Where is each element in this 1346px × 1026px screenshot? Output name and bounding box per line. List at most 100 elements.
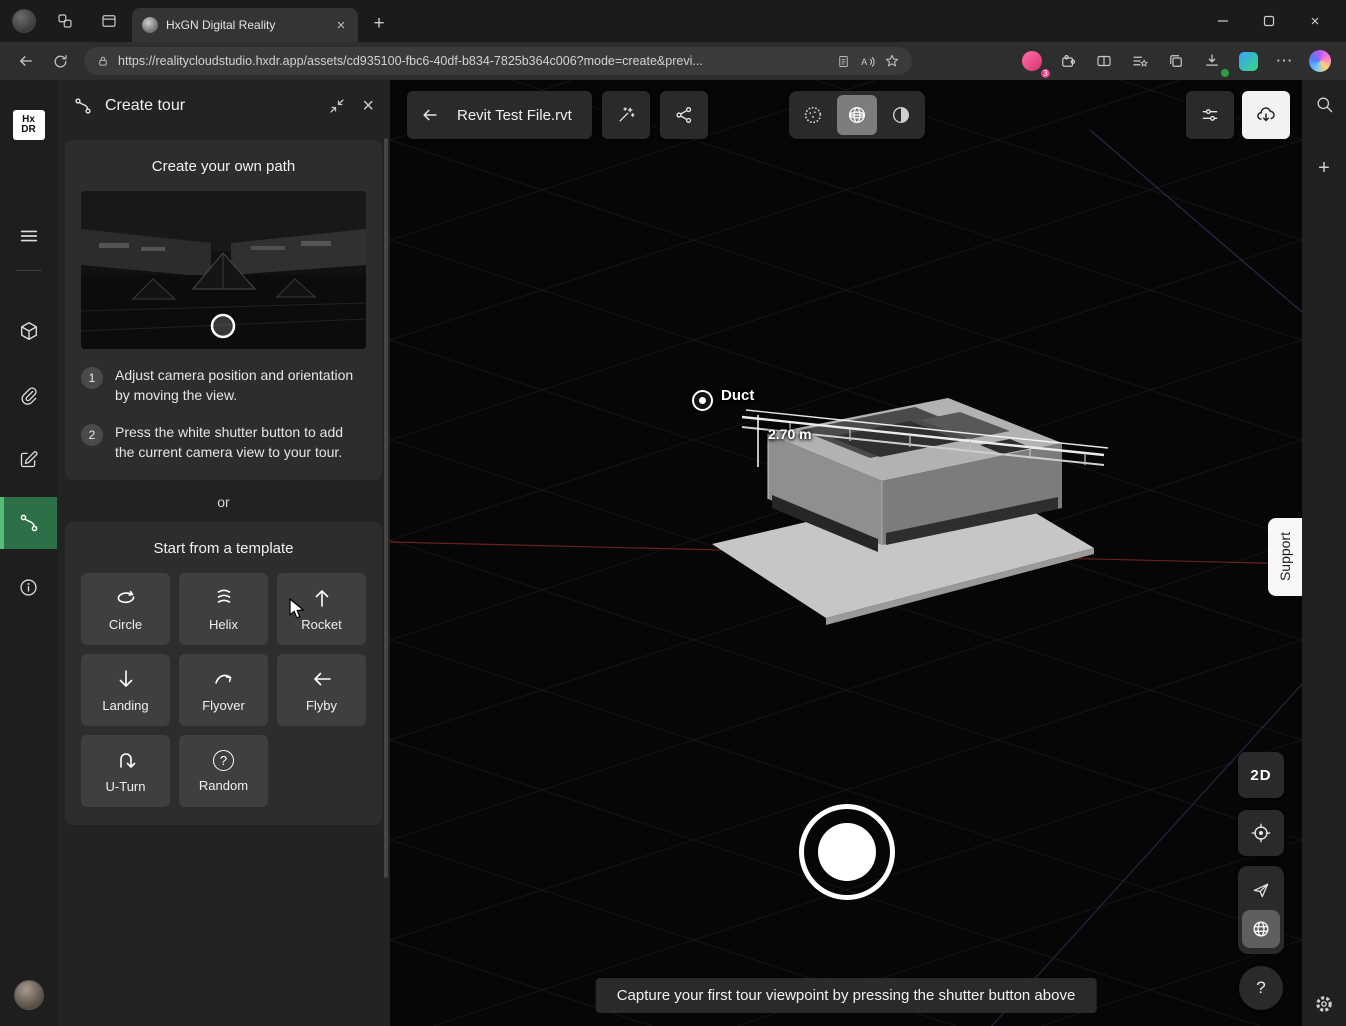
address-bar: https://realitycloudstudio.hxdr.app/asse… xyxy=(0,42,1346,80)
collapse-icon[interactable] xyxy=(328,97,346,115)
sidebar-item-tours[interactable] xyxy=(0,497,57,549)
magic-wand-button[interactable] xyxy=(602,91,650,139)
template-rocket-button[interactable]: Rocket xyxy=(277,573,366,645)
file-title: Revit Test File.rvt xyxy=(453,107,592,124)
fly-navigation-button[interactable] xyxy=(1240,870,1282,910)
helix-icon xyxy=(212,586,236,610)
close-panel-icon[interactable]: × xyxy=(362,96,374,116)
browser-profile-avatar[interactable] xyxy=(12,9,36,33)
locate-button[interactable] xyxy=(1238,810,1284,856)
arrow-up-icon xyxy=(310,586,334,610)
paperclip-icon xyxy=(18,385,39,406)
browser-essentials-icon[interactable]: 3 xyxy=(1016,46,1048,76)
template-title: Start from a template xyxy=(81,540,366,557)
panel-header: Create tour × xyxy=(57,80,390,132)
revit-model[interactable] xyxy=(680,375,1210,705)
url-text: https://realitycloudstudio.hxdr.app/asse… xyxy=(118,54,828,68)
annotation-marker[interactable] xyxy=(692,390,713,411)
arc-arrow-icon xyxy=(212,667,236,691)
settings-menu-icon[interactable]: ⋯ xyxy=(1268,46,1300,76)
search-icon[interactable] xyxy=(1308,88,1340,120)
tab-actions-icon[interactable] xyxy=(94,6,124,36)
sidebar-item-assets[interactable] xyxy=(9,311,49,351)
template-flyover-button[interactable]: Flyover xyxy=(179,654,268,726)
downloads-icon[interactable] xyxy=(1196,46,1228,76)
new-tab-button[interactable]: + xyxy=(364,9,394,39)
template-landing-button[interactable]: Landing xyxy=(81,654,170,726)
favorites-bar-icon[interactable] xyxy=(1124,46,1156,76)
back-icon[interactable] xyxy=(10,46,42,76)
sidebar-item-annotate[interactable] xyxy=(9,439,49,479)
info-icon xyxy=(18,577,39,598)
shutter-button[interactable] xyxy=(799,804,895,900)
view-mode-toggle-group xyxy=(789,91,925,139)
template-uturn-button[interactable]: U-Turn xyxy=(81,735,170,807)
template-circle-button[interactable]: Circle xyxy=(81,573,170,645)
sidebar-item-info[interactable] xyxy=(9,567,49,607)
tab-favicon xyxy=(142,17,158,33)
extensions-icon[interactable] xyxy=(1052,46,1084,76)
template-flyby-button[interactable]: Flyby xyxy=(277,654,366,726)
file-title-group: Revit Test File.rvt xyxy=(407,91,592,139)
hxdr-logo[interactable]: Hx DR xyxy=(13,110,45,140)
minimize-button[interactable] xyxy=(1200,0,1246,42)
edge-sidebar-rail: + xyxy=(1302,80,1346,1026)
sidebar-divider xyxy=(16,270,42,271)
mesh-mode-button[interactable] xyxy=(837,95,877,135)
split-screen-icon[interactable] xyxy=(1088,46,1120,76)
own-path-title: Create your own path xyxy=(81,158,366,175)
user-avatar[interactable] xyxy=(14,980,44,1010)
favorite-star-icon[interactable] xyxy=(884,53,900,69)
2d-mode-button[interactable]: 2D xyxy=(1238,752,1284,798)
maximize-button[interactable] xyxy=(1246,0,1292,42)
collections-icon[interactable] xyxy=(1160,46,1192,76)
tour-path-icon xyxy=(18,512,40,534)
url-field[interactable]: https://realitycloudstudio.hxdr.app/asse… xyxy=(84,47,912,75)
panel-scrollbar[interactable] xyxy=(384,138,388,878)
svg-text:A: A xyxy=(861,57,868,67)
step-1: 1 Adjust camera position and orientation… xyxy=(81,365,366,406)
extension-shortcut-icon[interactable] xyxy=(1232,46,1264,76)
read-aloud-icon[interactable]: A xyxy=(859,53,876,70)
paper-plane-icon xyxy=(1251,880,1271,900)
wireframe-sphere-icon xyxy=(846,104,868,126)
template-random-button[interactable]: ? Random xyxy=(179,735,268,807)
sidebar-item-attachments[interactable] xyxy=(9,375,49,415)
3d-viewport[interactable]: Duct 2.70 m Revit Test File.rvt xyxy=(390,80,1302,1026)
reading-mode-icon[interactable] xyxy=(836,54,851,69)
globe-navigation-button[interactable] xyxy=(1242,910,1280,948)
lock-icon xyxy=(96,54,110,68)
arrow-left-icon xyxy=(310,667,334,691)
main-menu-button[interactable] xyxy=(9,216,49,256)
step-2: 2 Press the white shutter button to add … xyxy=(81,422,366,463)
share-button[interactable] xyxy=(660,91,708,139)
question-icon: ? xyxy=(213,750,234,771)
own-path-card: Create your own path xyxy=(65,140,382,480)
view-settings-button[interactable] xyxy=(1186,91,1234,139)
refresh-icon[interactable] xyxy=(44,46,76,76)
help-button[interactable]: ? xyxy=(1239,966,1283,1010)
template-helix-button[interactable]: Helix xyxy=(179,573,268,645)
copilot-icon[interactable] xyxy=(1304,46,1336,76)
globe-icon xyxy=(1250,918,1272,940)
tab-close-icon[interactable]: × xyxy=(332,16,350,34)
magic-wand-icon xyxy=(616,105,636,125)
back-button[interactable] xyxy=(407,91,453,139)
essentials-badge: 3 xyxy=(1039,67,1052,80)
gear-icon[interactable] xyxy=(1308,988,1340,1020)
support-tab[interactable]: Support xyxy=(1268,518,1302,596)
hamburger-icon xyxy=(18,225,40,247)
shaded-mode-button[interactable] xyxy=(881,95,921,135)
app-sidebar: Hx DR xyxy=(0,80,57,1026)
tab-bar: HxGN Digital Reality × + × xyxy=(0,0,1346,42)
point-cloud-mode-button[interactable] xyxy=(793,95,833,135)
create-tour-panel: Create tour × Create your own path xyxy=(57,80,390,1026)
download-button[interactable] xyxy=(1242,91,1290,139)
workspaces-icon[interactable] xyxy=(50,6,80,36)
circle-path-icon xyxy=(114,586,138,610)
add-sidebar-item-icon[interactable]: + xyxy=(1308,152,1340,184)
template-card: Start from a template Circle Helix Rocke… xyxy=(65,522,382,825)
browser-tab[interactable]: HxGN Digital Reality × xyxy=(132,8,358,42)
close-window-button[interactable]: × xyxy=(1292,0,1338,42)
shutter-inner-circle xyxy=(818,823,876,881)
